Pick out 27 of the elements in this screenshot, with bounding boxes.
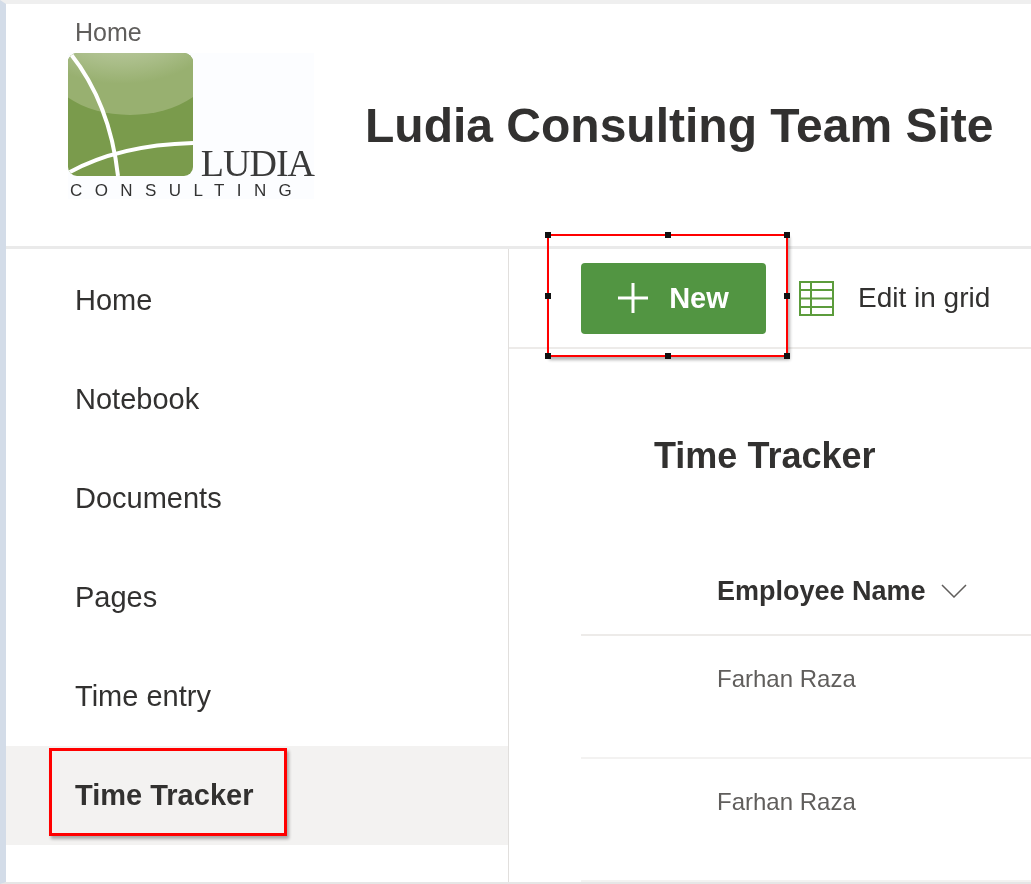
nav-item[interactable]: Home — [6, 251, 508, 350]
site-title: Ludia Consulting Team Site — [365, 98, 994, 154]
resize-handle[interactable] — [665, 352, 671, 359]
table-cell: Farhan Raza — [717, 787, 856, 817]
resize-handle[interactable] — [545, 292, 551, 299]
resize-handle[interactable] — [545, 231, 551, 238]
logo-wordmark: LUDIA — [200, 144, 314, 182]
nav-item[interactable]: Time entry — [6, 647, 508, 746]
resize-handle[interactable] — [784, 352, 790, 359]
plus-icon — [618, 283, 649, 313]
table-grid-icon — [799, 280, 834, 316]
nav-item[interactable]: Documents — [6, 449, 508, 548]
new-button[interactable]: New — [581, 262, 766, 334]
resize-handle[interactable] — [784, 231, 790, 238]
table-cell: Farhan Raza — [717, 664, 856, 694]
nav-item[interactable]: Time Tracker — [6, 746, 508, 845]
nav-item[interactable]: Notebook — [6, 350, 508, 449]
resize-handle[interactable] — [665, 231, 671, 238]
column-header[interactable]: Employee Name — [717, 575, 967, 607]
list-title: Time Tracker — [654, 434, 876, 478]
breadcrumb-link[interactable]: Home — [75, 17, 142, 47]
nav-item[interactable]: Pages — [6, 548, 508, 647]
logo-tagline: CONSULTING — [70, 182, 305, 199]
chevron-down-icon — [940, 584, 967, 598]
resize-handle[interactable] — [784, 292, 790, 299]
edit-grid-button[interactable]: Edit in grid — [799, 280, 991, 316]
resize-handle[interactable] — [545, 352, 551, 359]
